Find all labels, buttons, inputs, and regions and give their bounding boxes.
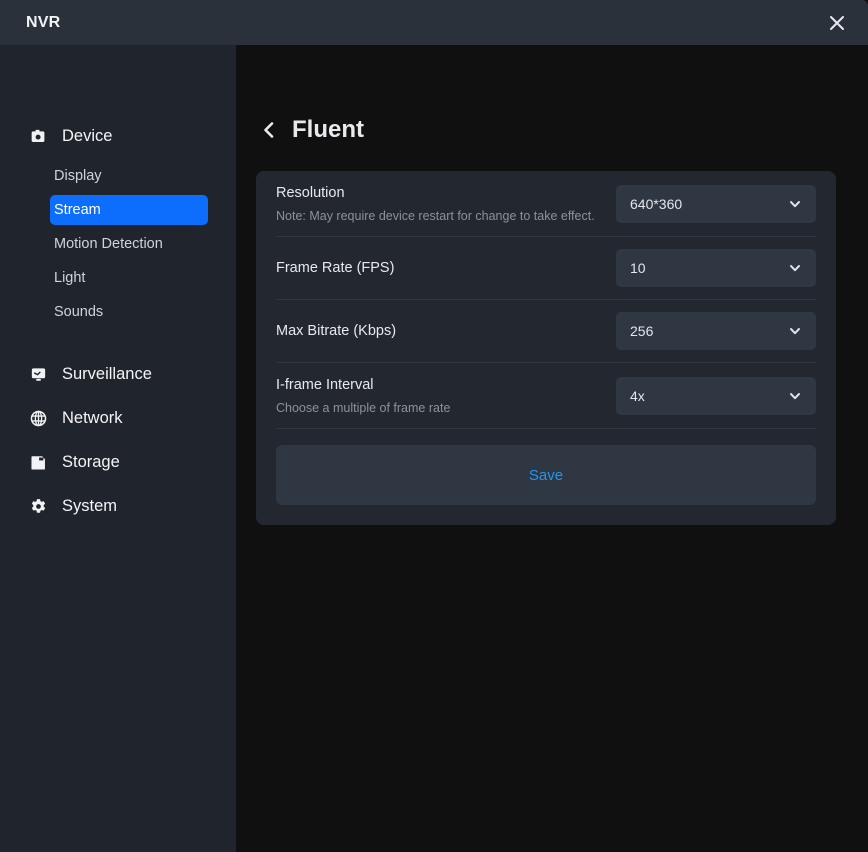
chevron-left-icon[interactable] [258, 119, 280, 141]
sidebar-item-motion-detection[interactable]: Motion Detection [50, 229, 208, 259]
save-button-wrap: Save [276, 429, 816, 525]
frame-rate-select[interactable]: 10 [616, 249, 816, 287]
setting-row-iframe-interval: I-frame Interval Choose a multiple of fr… [276, 363, 816, 429]
select-value: 640*360 [630, 195, 683, 212]
sidebar-item-label: Network [62, 408, 123, 427]
sidebar-item-stream[interactable]: Stream [50, 195, 208, 225]
setting-row-resolution: Resolution Note: May require device rest… [276, 171, 816, 237]
sidebar-item-display[interactable]: Display [50, 161, 208, 191]
setting-text: I-frame Interval Choose a multiple of fr… [276, 375, 450, 416]
setting-text: Frame Rate (FPS) [276, 258, 394, 278]
main-content: Fluent Resolution Note: May require devi… [236, 45, 868, 852]
setting-label: Max Bitrate (Kbps) [276, 323, 397, 339]
setting-note: Choose a multiple of frame rate [276, 401, 451, 415]
gear-icon [28, 496, 48, 516]
page-title: Fluent [292, 116, 364, 143]
chevron-down-icon [788, 324, 802, 338]
chevron-down-icon [788, 389, 802, 403]
floppy-disk-icon [28, 452, 48, 472]
sidebar-item-label: Storage [62, 452, 120, 471]
select-value: 10 [630, 260, 646, 276]
save-button[interactable]: Save [276, 445, 816, 505]
app-title: NVR [26, 13, 61, 31]
sidebar: Device Display Stream Motion Detection L… [0, 45, 236, 852]
sidebar-item-storage[interactable]: Storage [0, 447, 236, 477]
title-bar: NVR [0, 0, 868, 45]
window-body: Device Display Stream Motion Detection L… [0, 45, 868, 852]
iframe-interval-select[interactable]: 4x [616, 376, 816, 415]
chevron-down-icon [788, 261, 802, 275]
sidebar-item-system[interactable]: System [0, 491, 236, 521]
chevron-down-icon [788, 197, 802, 211]
monitor-icon [28, 364, 48, 384]
max-bitrate-select[interactable]: 256 [616, 312, 816, 350]
setting-row-frame-rate: Frame Rate (FPS) 10 [276, 237, 816, 300]
select-value: 256 [630, 323, 654, 339]
close-icon [827, 13, 847, 33]
sidebar-item-label: Device [62, 126, 113, 145]
close-button[interactable] [806, 0, 868, 45]
setting-note: Note: May require device restart for cha… [276, 209, 595, 223]
camera-icon [28, 126, 48, 146]
sidebar-item-device[interactable]: Device [0, 121, 236, 151]
setting-text: Resolution Note: May require device rest… [276, 183, 595, 224]
setting-row-max-bitrate: Max Bitrate (Kbps) 256 [276, 300, 816, 363]
setting-label: Frame Rate (FPS) [276, 260, 395, 276]
sidebar-subnav-device: Display Stream Motion Detection Light So… [0, 161, 236, 345]
sidebar-item-network[interactable]: Network [0, 403, 236, 433]
page-header: Fluent [258, 105, 868, 155]
resolution-select[interactable]: 640*360 [616, 184, 816, 223]
setting-label: Resolution [276, 185, 345, 201]
nvr-settings-window: NVR Device Display Stream Motion Detecti… [0, 0, 868, 852]
sidebar-item-label: Surveillance [62, 364, 152, 383]
stream-settings-card: Resolution Note: May require device rest… [256, 171, 836, 525]
sidebar-item-sounds[interactable]: Sounds [50, 297, 208, 327]
setting-label: I-frame Interval [276, 377, 374, 393]
setting-text: Max Bitrate (Kbps) [276, 321, 396, 341]
sidebar-item-light[interactable]: Light [50, 263, 208, 293]
sidebar-item-surveillance[interactable]: Surveillance [0, 359, 236, 389]
select-value: 4x [630, 387, 645, 404]
sidebar-item-label: System [62, 496, 118, 515]
globe-icon [28, 408, 48, 428]
